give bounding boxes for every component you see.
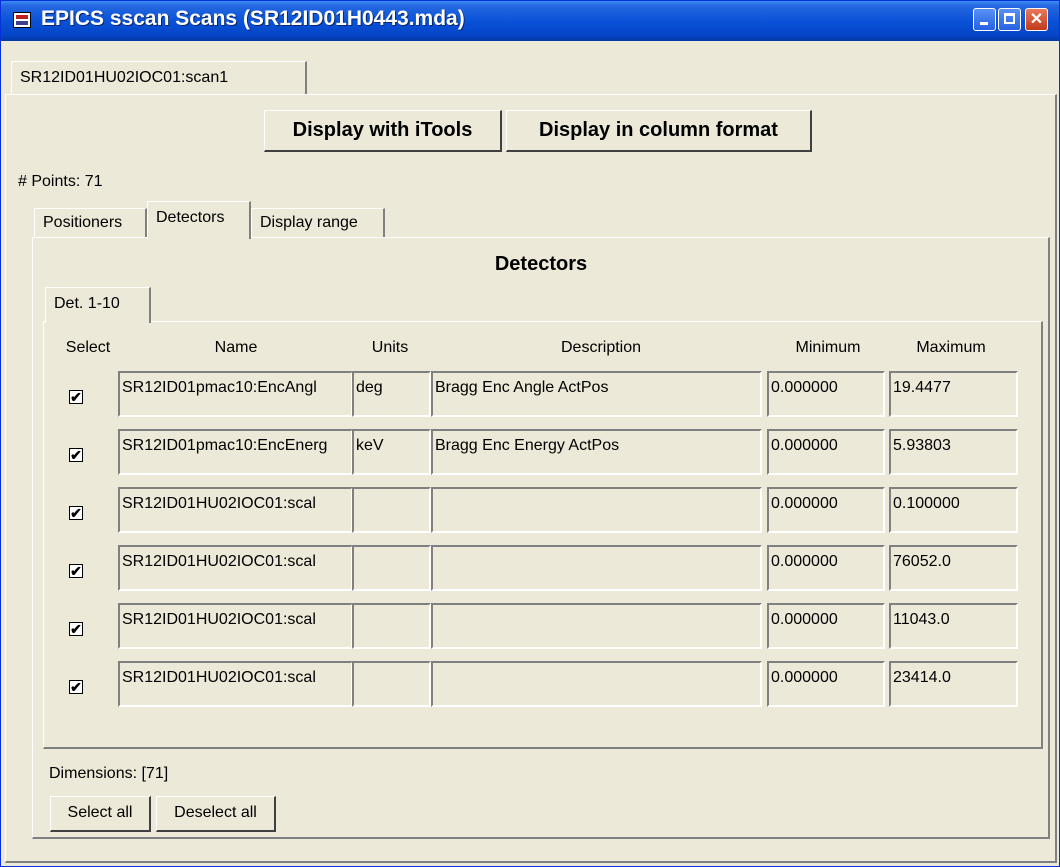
detector-minimum-field[interactable]: 0.000000 (767, 371, 885, 417)
title-bar[interactable]: EPICS sscan Scans (SR12ID01H0443.mda) ✕ (1, 1, 1059, 41)
close-icon: ✕ (1029, 11, 1044, 28)
detector-units-field[interactable] (352, 545, 431, 591)
detector-description-field[interactable]: Bragg Enc Angle ActPos (431, 371, 762, 417)
header-name: Name (214, 339, 258, 356)
detector-minimum-field[interactable]: 0.000000 (767, 429, 885, 475)
tab-scan1[interactable]: SR12ID01HU02IOC01:scan1 (11, 61, 307, 95)
dimensions-label: Dimensions: [71] (49, 765, 169, 782)
detector-name-field[interactable]: SR12ID01HU02IOC01:scal (118, 661, 353, 707)
detector-description-field[interactable] (431, 487, 762, 533)
detector-minimum-field[interactable]: 0.000000 (767, 661, 885, 707)
section-title: Detectors (494, 253, 588, 275)
maximize-icon (1004, 13, 1015, 24)
detector-name-field[interactable]: SR12ID01HU02IOC01:scal (118, 545, 353, 591)
maximize-button[interactable] (998, 8, 1021, 31)
deselect-all-button[interactable]: Deselect all (156, 796, 276, 832)
tab-positioners[interactable]: Positioners (34, 208, 147, 238)
detector-maximum-field[interactable]: 23414.0 (889, 661, 1018, 707)
detector-select-checkbox[interactable]: ✔ (69, 506, 83, 520)
points-count: # Points: 71 (18, 173, 103, 190)
detector-maximum-field[interactable]: 5.93803 (889, 429, 1018, 475)
detector-name-field[interactable]: SR12ID01pmac10:EncEnerg (118, 429, 353, 475)
detector-minimum-field[interactable]: 0.000000 (767, 487, 885, 533)
detector-maximum-field[interactable]: 76052.0 (889, 545, 1018, 591)
detector-description-field[interactable]: Bragg Enc Energy ActPos (431, 429, 762, 475)
header-select: Select (65, 339, 111, 356)
detector-description-field[interactable] (431, 661, 762, 707)
detector-name-field[interactable]: SR12ID01HU02IOC01:scal (118, 487, 353, 533)
header-maximum: Maximum (916, 339, 986, 356)
select-all-button[interactable]: Select all (50, 796, 151, 832)
window-title: EPICS sscan Scans (SR12ID01H0443.mda) (41, 7, 465, 30)
detector-select-checkbox[interactable]: ✔ (69, 564, 83, 578)
detector-select-checkbox[interactable]: ✔ (69, 680, 83, 694)
detector-maximum-field[interactable]: 11043.0 (889, 603, 1018, 649)
detector-units-field[interactable] (352, 661, 431, 707)
detector-select-checkbox[interactable]: ✔ (69, 448, 83, 462)
header-minimum: Minimum (795, 339, 861, 356)
close-button[interactable]: ✕ (1025, 8, 1048, 31)
display-column-button[interactable]: Display in column format (506, 110, 812, 152)
display-itools-button[interactable]: Display with iTools (264, 110, 502, 152)
minimize-button[interactable] (973, 8, 996, 31)
tab-det-1-10[interactable]: Det. 1-10 (45, 287, 151, 323)
app-icon[interactable] (13, 12, 31, 28)
detector-units-field[interactable] (352, 487, 431, 533)
detector-description-field[interactable] (431, 545, 762, 591)
detector-units-field[interactable] (352, 603, 431, 649)
detector-description-field[interactable] (431, 603, 762, 649)
main-window: EPICS sscan Scans (SR12ID01H0443.mda) ✕ … (0, 0, 1060, 867)
tab-display-range[interactable]: Display range (251, 208, 385, 238)
minimize-icon (980, 22, 988, 25)
detector-minimum-field[interactable]: 0.000000 (767, 603, 885, 649)
detector-select-checkbox[interactable]: ✔ (69, 622, 83, 636)
detector-maximum-field[interactable]: 19.4477 (889, 371, 1018, 417)
detector-maximum-field[interactable]: 0.100000 (889, 487, 1018, 533)
detector-units-field[interactable]: keV (352, 429, 431, 475)
detector-units-field[interactable]: deg (352, 371, 431, 417)
detector-select-checkbox[interactable]: ✔ (69, 390, 83, 404)
detector-name-field[interactable]: SR12ID01HU02IOC01:scal (118, 603, 353, 649)
tab-detectors[interactable]: Detectors (147, 201, 251, 239)
detector-name-field[interactable]: SR12ID01pmac10:EncAngl (118, 371, 353, 417)
detector-minimum-field[interactable]: 0.000000 (767, 545, 885, 591)
header-units: Units (371, 339, 409, 356)
header-description: Description (560, 339, 642, 356)
